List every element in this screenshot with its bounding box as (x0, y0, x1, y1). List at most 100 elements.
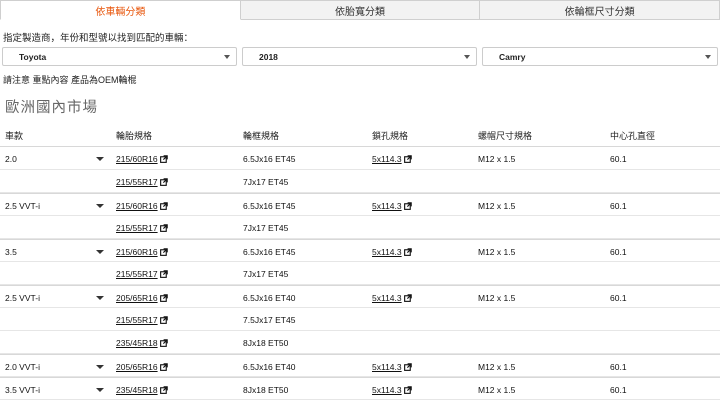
table-row: 215/55R17 7Jx17 ET45 (0, 262, 720, 285)
table-row: 235/45R18 8Jx18 ET50 (0, 331, 720, 354)
oem-note: 請注意 重點內容 產品為OEM輪棍 (3, 75, 137, 85)
bolt-pattern-cell: 5x114.3 (372, 194, 412, 217)
table-row: 2.0 215/60R16 6.5Jx16 ET45 5x114.3 M12 x 1.5… (0, 147, 720, 170)
bolt-pattern-link[interactable]: 5x114.3 (372, 247, 412, 257)
expand-caret-icon[interactable] (96, 365, 104, 369)
tire-size-label: 235/45R18 (116, 337, 158, 348)
expand-caret-icon[interactable] (96, 157, 104, 161)
tire-size-label: 215/55R17 (116, 268, 158, 279)
tire-size-link[interactable]: 235/45R18 (116, 338, 168, 348)
external-link-icon (159, 154, 168, 163)
expand-caret-icon[interactable] (96, 204, 104, 208)
external-link-icon (403, 385, 412, 394)
table-row: 2.0 VVT-i 205/65R16 6.5Jx16 ET40 5x114.3 M12… (0, 354, 720, 377)
tire-size-link[interactable]: 205/65R16 (116, 293, 168, 303)
table-row: 2.5 VVT-i 215/60R16 6.5Jx16 ET45 5x114.3 M12… (0, 193, 720, 216)
tire-size-cell: 215/55R17 (116, 262, 168, 285)
tire-size-link[interactable]: 215/60R16 (116, 247, 168, 257)
center-bore-cell: 60.1 (610, 384, 627, 395)
center-bore-cell: 60.1 (610, 361, 627, 372)
bolt-pattern-label: 5x114.3 (372, 200, 402, 211)
bolt-pattern-link[interactable]: 5x114.3 (372, 293, 412, 303)
tab-by-tire-width[interactable]: 依胎寬分類 (240, 0, 481, 20)
rim-size-cell: 6.5Jx16 ET45 (243, 246, 296, 257)
external-link-icon (159, 315, 168, 324)
make-select[interactable]: Toyota (2, 47, 237, 66)
make-select-value: Toyota (19, 51, 47, 62)
model-select-value: Camry (499, 51, 526, 62)
header-trim: 車款 (5, 131, 24, 141)
thread-size-cell: M12 x 1.5 (478, 200, 516, 211)
tire-size-label: 215/60R16 (116, 153, 158, 164)
tire-size-link[interactable]: 215/55R17 (116, 177, 168, 187)
external-link-icon (159, 177, 168, 186)
bolt-pattern-link[interactable]: 5x114.3 (372, 385, 412, 395)
bolt-pattern-label: 5x114.3 (372, 246, 402, 257)
external-link-icon (159, 293, 168, 302)
external-link-icon (403, 362, 412, 371)
tire-size-cell: 235/45R18 (116, 331, 168, 354)
tire-size-link[interactable]: 235/45R18 (116, 385, 168, 395)
header-rim: 輪框規格 (243, 131, 280, 141)
external-link-icon (159, 247, 168, 256)
instruction-text: 指定製造商，年份和型號以找到匹配的車輛： (3, 33, 194, 44)
bolt-pattern-label: 5x114.3 (372, 153, 402, 164)
tab-by-rim-size[interactable]: 依輪框尺寸分類 (480, 0, 720, 20)
category-tabs: 依車輛分類 依胎寬分類 依輪框尺寸分類 (0, 0, 720, 20)
tire-size-cell: 215/60R16 (116, 194, 168, 217)
trim-cell: 2.5 VVT-i (5, 200, 40, 211)
vehicle-selectors: Toyota 2018 Camry (0, 47, 720, 67)
tire-size-cell: 215/55R17 (116, 216, 168, 239)
trim-cell: 2.5 VVT-i (5, 292, 40, 303)
rim-size-cell: 6.5Jx16 ET40 (243, 361, 296, 372)
bolt-pattern-link[interactable]: 5x114.3 (372, 154, 412, 164)
external-link-icon (403, 247, 412, 256)
tire-size-cell: 205/65R16 (116, 286, 168, 309)
bolt-pattern-link[interactable]: 5x114.3 (372, 201, 412, 211)
tire-size-label: 205/65R16 (116, 292, 158, 303)
table-row: 215/55R17 7.5Jx17 ET45 (0, 308, 720, 331)
tire-size-cell: 235/45R18 (116, 378, 168, 401)
tire-size-label: 215/60R16 (116, 246, 158, 257)
section-title: 歐洲國內市場 (5, 100, 98, 116)
rim-size-cell: 6.5Jx16 ET45 (243, 153, 296, 164)
chevron-down-icon (705, 55, 711, 59)
rim-size-cell: 6.5Jx16 ET45 (243, 200, 296, 211)
external-link-icon (403, 154, 412, 163)
rim-size-cell: 6.5Jx16 ET40 (243, 292, 296, 303)
tire-size-link[interactable]: 215/60R16 (116, 154, 168, 164)
thread-size-cell: M12 x 1.5 (478, 153, 516, 164)
tire-size-label: 215/60R16 (116, 200, 158, 211)
chevron-down-icon (464, 55, 470, 59)
external-link-icon (159, 385, 168, 394)
tire-size-link[interactable]: 215/55R17 (116, 315, 168, 325)
tire-size-link[interactable]: 215/60R16 (116, 201, 168, 211)
header-tire: 輪胎規格 (116, 131, 153, 141)
rim-size-cell: 7Jx17 ET45 (243, 176, 289, 187)
tire-size-label: 205/65R16 (116, 361, 158, 372)
fitment-table: 車款 輪胎規格 輪框規格 鎖孔規格 螺帽尺寸規格 中心孔直徑 2.0 215/60… (0, 124, 720, 400)
header-center-bore: 中心孔直徑 (610, 131, 656, 141)
bolt-pattern-label: 5x114.3 (372, 292, 402, 303)
thread-size-cell: M12 x 1.5 (478, 384, 516, 395)
tire-size-link[interactable]: 215/55R17 (116, 223, 168, 233)
tab-by-vehicle[interactable]: 依車輛分類 (0, 0, 241, 20)
year-select[interactable]: 2018 (242, 47, 477, 66)
external-link-icon (403, 201, 412, 210)
expand-caret-icon[interactable] (96, 250, 104, 254)
bolt-pattern-cell: 5x114.3 (372, 147, 412, 170)
center-bore-cell: 60.1 (610, 200, 627, 211)
expand-caret-icon[interactable] (96, 296, 104, 300)
tire-size-link[interactable]: 205/65R16 (116, 362, 168, 372)
tire-size-cell: 215/60R16 (116, 240, 168, 263)
expand-caret-icon[interactable] (96, 388, 104, 392)
rim-size-cell: 7Jx17 ET45 (243, 268, 289, 279)
model-select[interactable]: Camry (482, 47, 718, 66)
table-row: 3.5 VVT-i 235/45R18 8Jx18 ET50 5x114.3 M12 x… (0, 377, 720, 400)
tire-size-label: 215/55R17 (116, 222, 158, 233)
table-row: 215/55R17 7Jx17 ET45 (0, 216, 720, 239)
tire-size-link[interactable]: 215/55R17 (116, 269, 168, 279)
bolt-pattern-link[interactable]: 5x114.3 (372, 362, 412, 372)
external-link-icon (159, 269, 168, 278)
external-link-icon (159, 362, 168, 371)
